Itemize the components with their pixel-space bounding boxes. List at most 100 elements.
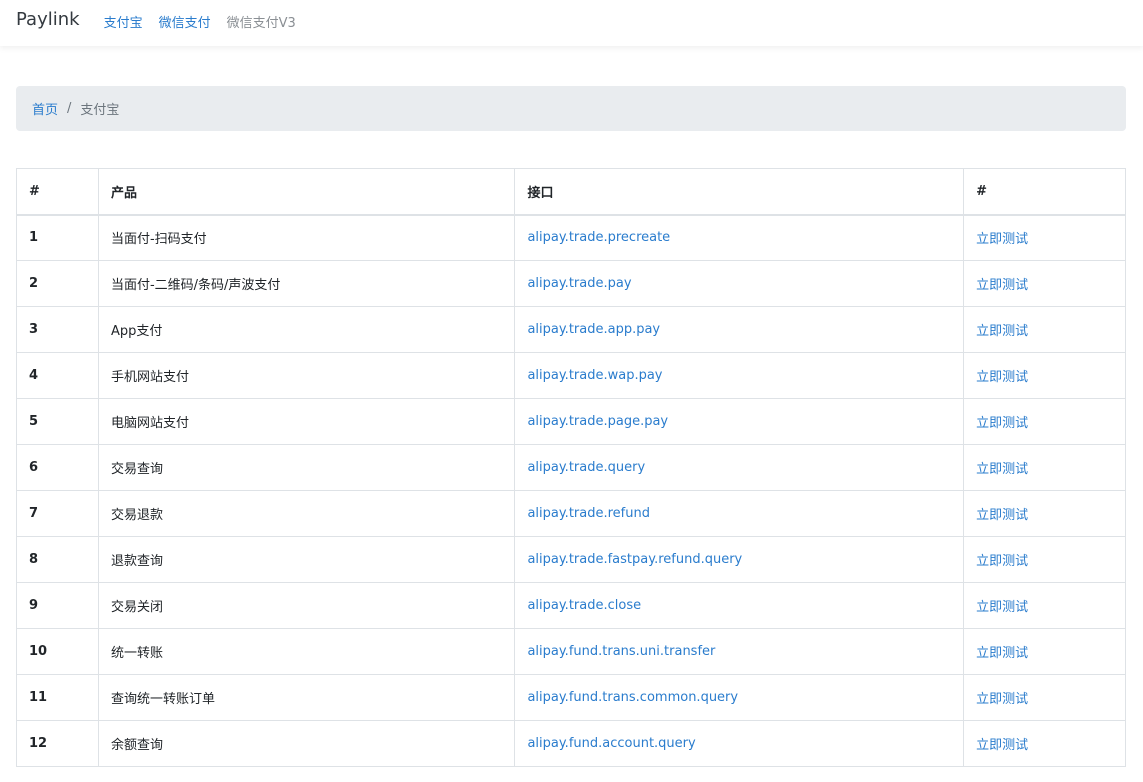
- table-row: 1 当面付-扫码支付 alipay.trade.precreate 立即测试: [16, 214, 1126, 261]
- row-test-now-cell: 立即测试: [963, 444, 1126, 491]
- row-test-now-cell: 立即测试: [963, 214, 1126, 261]
- row-api-cell: alipay.fund.trans.common.query: [514, 674, 965, 721]
- table-row: 10 统一转账 alipay.fund.trans.uni.transfer 立即测试: [16, 628, 1126, 675]
- api-table: # 产品 接口 # 1 当面付-扫码支付 alipay.trade.precreat…: [16, 168, 1126, 767]
- breadcrumb-current: 支付宝: [80, 103, 120, 118]
- row-index: 11: [16, 674, 99, 721]
- table-row: 5 电脑网站支付 alipay.trade.page.pay 立即测试: [16, 398, 1126, 445]
- breadcrumb-home-link[interactable]: 首页: [32, 99, 58, 118]
- table-row: 12 余额查询 alipay.fund.account.query 立即测试: [16, 720, 1126, 767]
- row-test-now-link[interactable]: 立即测试: [976, 370, 1028, 385]
- row-test-now-cell: 立即测试: [963, 260, 1126, 307]
- row-index: 3: [16, 306, 99, 353]
- row-test-now-link[interactable]: 立即测试: [976, 278, 1028, 293]
- row-test-now-cell: 立即测试: [963, 398, 1126, 445]
- row-index: 1: [16, 214, 99, 261]
- row-product: 交易关闭: [97, 582, 516, 629]
- header-interface: 接口: [514, 168, 965, 216]
- row-product: 统一转账: [97, 628, 516, 675]
- table-header-row: # 产品 接口 #: [16, 168, 1126, 216]
- row-api-link[interactable]: alipay.trade.fastpay.refund.query: [527, 552, 742, 567]
- nav-link-wechat-pay-v3[interactable]: 微信支付V3: [227, 12, 296, 31]
- row-index: 7: [16, 490, 99, 537]
- row-api-link[interactable]: alipay.fund.trans.uni.transfer: [527, 644, 715, 659]
- row-api-link[interactable]: alipay.trade.pay: [527, 276, 631, 291]
- row-api-cell: alipay.trade.fastpay.refund.query: [514, 536, 965, 583]
- row-test-now-cell: 立即测试: [963, 720, 1126, 767]
- row-test-now-link[interactable]: 立即测试: [976, 324, 1028, 339]
- row-index: 5: [16, 398, 99, 445]
- row-index: 12: [16, 720, 99, 767]
- row-test-now-cell: 立即测试: [963, 352, 1126, 399]
- top-navbar: Paylink 支付宝 微信支付 微信支付V3: [0, 0, 1143, 46]
- row-index: 10: [16, 628, 99, 675]
- brand-logo[interactable]: Paylink: [16, 9, 80, 30]
- row-test-now-link[interactable]: 立即测试: [976, 738, 1028, 753]
- nav-link-alipay[interactable]: 支付宝: [104, 12, 143, 31]
- row-product: 交易退款: [97, 490, 516, 537]
- row-test-now-cell: 立即测试: [963, 536, 1126, 583]
- nav-link-wechat-pay[interactable]: 微信支付: [159, 12, 211, 31]
- row-api-link[interactable]: alipay.trade.precreate: [527, 230, 670, 245]
- row-api-cell: alipay.trade.wap.pay: [514, 352, 965, 399]
- table-row: 11 查询统一转账订单 alipay.fund.trans.common.query…: [16, 674, 1126, 721]
- row-test-now-link[interactable]: 立即测试: [976, 646, 1028, 661]
- row-api-link[interactable]: alipay.fund.account.query: [527, 736, 695, 751]
- row-api-link[interactable]: alipay.trade.page.pay: [527, 414, 668, 429]
- table-row: 3 App支付 alipay.trade.app.pay 立即测试: [16, 306, 1126, 353]
- row-api-cell: alipay.trade.pay: [514, 260, 965, 307]
- row-test-now-cell: 立即测试: [963, 674, 1126, 721]
- row-api-cell: alipay.trade.page.pay: [514, 398, 965, 445]
- row-product: 余额查询: [97, 720, 516, 767]
- row-product: 查询统一转账订单: [97, 674, 516, 721]
- row-api-cell: alipay.trade.refund: [514, 490, 965, 537]
- table-row: 4 手机网站支付 alipay.trade.wap.pay 立即测试: [16, 352, 1126, 399]
- row-test-now-cell: 立即测试: [963, 628, 1126, 675]
- row-api-cell: alipay.trade.query: [514, 444, 965, 491]
- row-index: 2: [16, 260, 99, 307]
- breadcrumb: 首页 / 支付宝: [16, 86, 1126, 131]
- row-test-now-cell: 立即测试: [963, 582, 1126, 629]
- table-header: # 产品 接口 #: [16, 168, 1126, 216]
- row-api-link[interactable]: alipay.trade.refund: [527, 506, 650, 521]
- row-product: 交易查询: [97, 444, 516, 491]
- table-body: 1 当面付-扫码支付 alipay.trade.precreate 立即测试 2 当面付-…: [16, 214, 1126, 767]
- row-product: 当面付-扫码支付: [97, 214, 516, 261]
- row-api-cell: alipay.fund.trans.uni.transfer: [514, 628, 965, 675]
- row-test-now-link[interactable]: 立即测试: [976, 508, 1028, 523]
- row-index: 4: [16, 352, 99, 399]
- row-test-now-link[interactable]: 立即测试: [976, 554, 1028, 569]
- header-action: #: [963, 168, 1126, 216]
- table-row: 6 交易查询 alipay.trade.query 立即测试: [16, 444, 1126, 491]
- row-api-cell: alipay.fund.account.query: [514, 720, 965, 767]
- row-product: 当面付-二维码/条码/声波支付: [97, 260, 516, 307]
- row-api-link[interactable]: alipay.fund.trans.common.query: [527, 690, 738, 705]
- row-api-cell: alipay.trade.close: [514, 582, 965, 629]
- row-product: 电脑网站支付: [97, 398, 516, 445]
- row-product: 手机网站支付: [97, 352, 516, 399]
- table-row: 7 交易退款 alipay.trade.refund 立即测试: [16, 490, 1126, 537]
- row-api-cell: alipay.trade.precreate: [514, 214, 965, 261]
- row-api-link[interactable]: alipay.trade.query: [527, 460, 645, 475]
- row-product: App支付: [97, 306, 516, 353]
- row-test-now-cell: 立即测试: [963, 490, 1126, 537]
- row-api-cell: alipay.trade.app.pay: [514, 306, 965, 353]
- row-api-link[interactable]: alipay.trade.app.pay: [527, 322, 660, 337]
- row-index: 9: [16, 582, 99, 629]
- header-product: 产品: [97, 168, 516, 216]
- row-test-now-link[interactable]: 立即测试: [976, 232, 1028, 247]
- header-index: #: [16, 168, 99, 216]
- table-row: 2 当面付-二维码/条码/声波支付 alipay.trade.pay 立即测试: [16, 260, 1126, 307]
- row-api-link[interactable]: alipay.trade.close: [527, 598, 641, 613]
- table-row: 8 退款查询 alipay.trade.fastpay.refund.query 立即…: [16, 536, 1126, 583]
- row-api-link[interactable]: alipay.trade.wap.pay: [527, 368, 662, 383]
- row-product: 退款查询: [97, 536, 516, 583]
- table-row: 9 交易关闭 alipay.trade.close 立即测试: [16, 582, 1126, 629]
- row-test-now-link[interactable]: 立即测试: [976, 692, 1028, 707]
- row-index: 6: [16, 444, 99, 491]
- breadcrumb-separator: /: [67, 101, 72, 116]
- row-index: 8: [16, 536, 99, 583]
- row-test-now-link[interactable]: 立即测试: [976, 462, 1028, 477]
- row-test-now-link[interactable]: 立即测试: [976, 416, 1028, 431]
- row-test-now-link[interactable]: 立即测试: [976, 600, 1028, 615]
